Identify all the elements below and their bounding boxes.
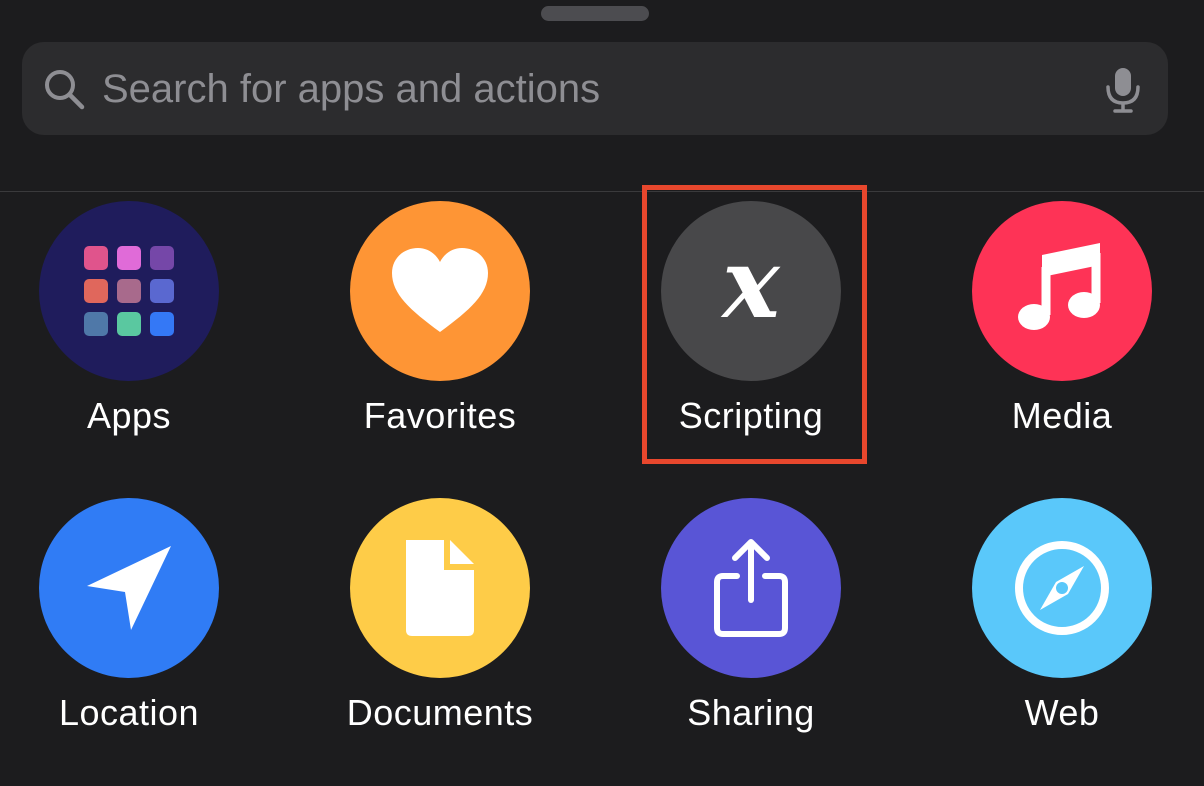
svg-text:x: x bbox=[720, 241, 781, 340]
music-note-icon bbox=[972, 201, 1152, 381]
sheet-grabber[interactable] bbox=[541, 6, 649, 21]
category-label: Location bbox=[58, 692, 200, 733]
category-web[interactable]: Web bbox=[942, 498, 1182, 768]
location-arrow-icon bbox=[39, 498, 219, 678]
actions-picker: Apps Favorites x Scripting Media bbox=[0, 0, 1204, 786]
category-label: Scripting bbox=[678, 395, 824, 436]
category-label: Apps bbox=[86, 395, 172, 436]
category-sharing[interactable]: Sharing bbox=[631, 498, 871, 768]
search-icon bbox=[45, 70, 85, 110]
compass-icon bbox=[972, 498, 1152, 678]
category-label: Media bbox=[1011, 395, 1113, 436]
category-location[interactable]: Location bbox=[9, 498, 249, 768]
document-icon bbox=[350, 498, 530, 678]
category-scripting[interactable]: x Scripting bbox=[631, 201, 871, 471]
apps-grid-icon bbox=[39, 201, 219, 381]
microphone-icon[interactable] bbox=[1104, 66, 1142, 114]
heart-icon bbox=[350, 201, 530, 381]
category-favorites[interactable]: Favorites bbox=[320, 201, 560, 471]
category-label: Documents bbox=[346, 692, 534, 733]
category-label: Favorites bbox=[363, 395, 517, 436]
category-media[interactable]: Media bbox=[942, 201, 1182, 471]
category-apps[interactable]: Apps bbox=[9, 201, 249, 471]
divider bbox=[0, 191, 1204, 192]
category-documents[interactable]: Documents bbox=[320, 498, 560, 768]
search-input[interactable] bbox=[102, 62, 1062, 116]
share-icon bbox=[661, 498, 841, 678]
category-label: Sharing bbox=[687, 692, 815, 733]
category-label: Web bbox=[1024, 692, 1100, 733]
variable-x-icon: x bbox=[661, 201, 841, 381]
